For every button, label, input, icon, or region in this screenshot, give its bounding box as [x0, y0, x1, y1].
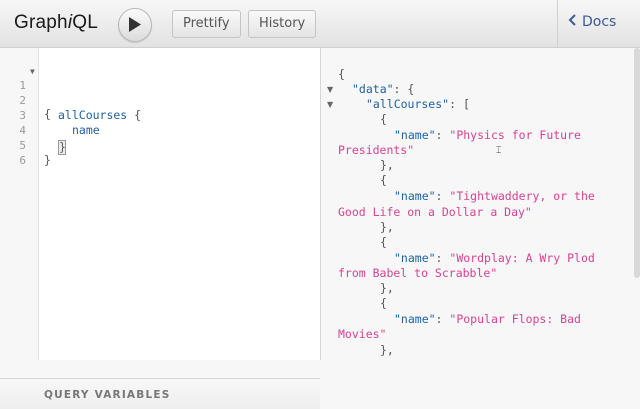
title-prefix: Graph	[14, 12, 68, 33]
json-string: Good Life on a Dollar a Day"	[338, 205, 532, 219]
json-key: "name"	[394, 312, 436, 326]
code-text: {	[44, 107, 51, 121]
matching-brace: }	[58, 140, 66, 155]
json-key: "name"	[394, 128, 436, 142]
json-line: {	[338, 67, 345, 81]
json-string: "Popular Flops: Bad	[449, 312, 581, 326]
json-line: },	[380, 281, 394, 295]
line-number: 6	[19, 154, 26, 167]
json-line: "data": {	[352, 82, 414, 96]
brace: {	[127, 108, 142, 122]
json-string: "Tightwaddery, or the	[449, 189, 595, 203]
json-line: {	[380, 235, 387, 249]
query-editor[interactable]: 1 ▼ { 2 allCourses { 3 name 4 } 5 } 6 QU…	[0, 48, 321, 409]
result-scrollbar[interactable]	[634, 48, 640, 278]
docs-label: Docs	[582, 14, 617, 30]
json-line: "name": "Physics for Future	[394, 128, 581, 142]
code-text: }	[44, 153, 51, 167]
json-line: {	[380, 112, 387, 126]
query-variables-label: QUERY VARIABLES	[44, 389, 171, 401]
json-key: "name"	[394, 251, 436, 265]
json-line: },	[380, 158, 394, 172]
mouse-cursor-icon: ⌶	[496, 146, 502, 156]
fold-arrow-icon[interactable]: ▼	[327, 100, 333, 109]
chevron-left-icon	[568, 14, 576, 30]
code-text: allCourses {	[58, 108, 141, 122]
query-variables-bar[interactable]: QUERY VARIABLES	[0, 378, 320, 409]
docs-button[interactable]: Docs	[568, 14, 616, 30]
json-line: },	[380, 220, 394, 234]
fold-arrow-icon[interactable]: ▼	[30, 67, 35, 76]
json-line: {	[380, 296, 387, 310]
json-punct: :	[435, 128, 450, 142]
json-key: "data"	[352, 82, 394, 96]
top-toolbar: GraphiQL Prettify History Docs	[0, 0, 640, 48]
json-line: "name": "Popular Flops: Bad	[394, 312, 581, 326]
json-punct: :	[435, 312, 450, 326]
json-line: "allCourses": [	[366, 97, 470, 111]
json-key: "name"	[394, 189, 436, 203]
json-string: "Wordplay: A Wry Plod	[449, 251, 595, 265]
json-key: "allCourses"	[366, 97, 450, 111]
prettify-button[interactable]: Prettify	[172, 10, 241, 38]
json-string: "Physics for Future	[449, 128, 581, 142]
json-string: from Babel to Scrabble"	[338, 266, 498, 280]
editor-line: 6	[0, 140, 42, 167]
json-punct: : {	[393, 82, 415, 96]
json-line: {	[380, 173, 387, 187]
editor-line: 3 name	[0, 95, 99, 137]
run-query-button[interactable]	[118, 8, 152, 42]
docs-divider	[557, 0, 558, 47]
fold-arrow-icon[interactable]: ▼	[327, 85, 333, 94]
field-name: allCourses	[58, 108, 128, 122]
history-button[interactable]: History	[248, 10, 317, 38]
editor-line: 1 ▼ {	[0, 65, 51, 121]
field-name: name	[72, 123, 100, 137]
json-punct: :	[435, 189, 450, 203]
json-line: "name": "Tightwaddery, or the	[394, 189, 595, 203]
json-punct: :	[435, 251, 450, 265]
json-string: Presidents"	[338, 143, 415, 157]
json-punct: : [	[449, 97, 470, 111]
play-icon	[129, 17, 141, 32]
editor-line: 5 }	[0, 125, 51, 167]
title-suffix: QL	[72, 12, 98, 33]
json-line: "name": "Wordplay: A Wry Plod	[394, 251, 595, 265]
app-title: GraphiQL	[14, 12, 98, 34]
result-pane: { ▼ "data": { ▼ "allCourses": [ { "name"…	[321, 48, 640, 360]
editor-line: 4 }	[0, 110, 66, 155]
code-text: }	[58, 138, 66, 155]
json-string: Movies"	[338, 327, 387, 341]
json-line: },	[380, 343, 394, 357]
editor-line: 2 allCourses {	[0, 80, 141, 122]
